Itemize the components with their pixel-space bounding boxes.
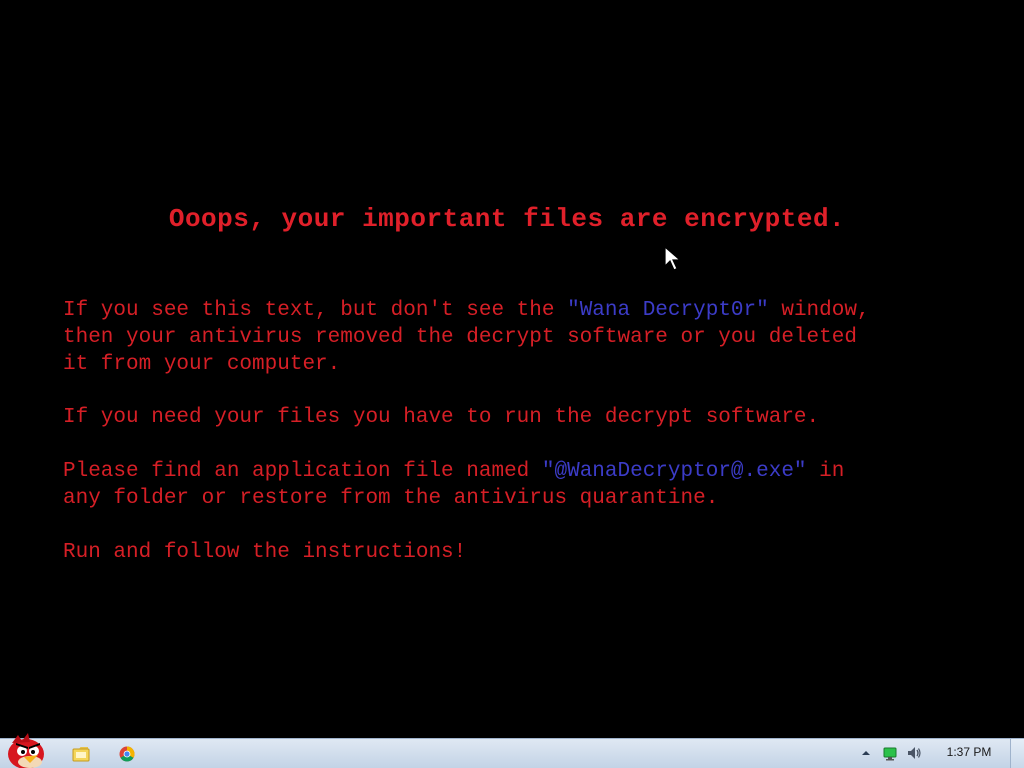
decryptor-file-name: "@WanaDecryptor@.exe": [541, 460, 807, 483]
taskbar: 1:37 PM: [0, 733, 1024, 768]
show-desktop-button[interactable]: [1010, 739, 1024, 768]
folder-icon: [72, 747, 90, 762]
mouse-cursor-icon: [664, 246, 682, 271]
ransom-title: Ooops, your important files are encrypte…: [168, 204, 846, 234]
volume-icon[interactable]: [906, 745, 922, 761]
ransom-paragraph-4: Run and follow the instructions!: [63, 541, 467, 564]
desktop: Ooops, your important files are encrypte…: [0, 0, 1024, 738]
wana-decryptor-window-name: "Wana Decrypt0r": [567, 299, 769, 322]
ransom-paragraph-2: If you need your files you have to run t…: [63, 406, 820, 429]
show-hidden-icons-arrow[interactable]: [858, 745, 874, 761]
taskbar-clock[interactable]: 1:37 PM: [938, 745, 1000, 759]
ransom-paragraph-1: If you see this text, but don't see the …: [63, 299, 870, 376]
network-icon[interactable]: [882, 745, 898, 761]
taskbar-chrome-button[interactable]: [114, 742, 140, 766]
start-button[interactable]: [2, 733, 48, 768]
ransom-paragraph-3: Please find an application file named "@…: [63, 460, 845, 510]
chrome-icon: [119, 746, 135, 762]
angry-bird-start-icon: [8, 733, 44, 768]
taskbar-explorer-button[interactable]: [68, 742, 94, 766]
